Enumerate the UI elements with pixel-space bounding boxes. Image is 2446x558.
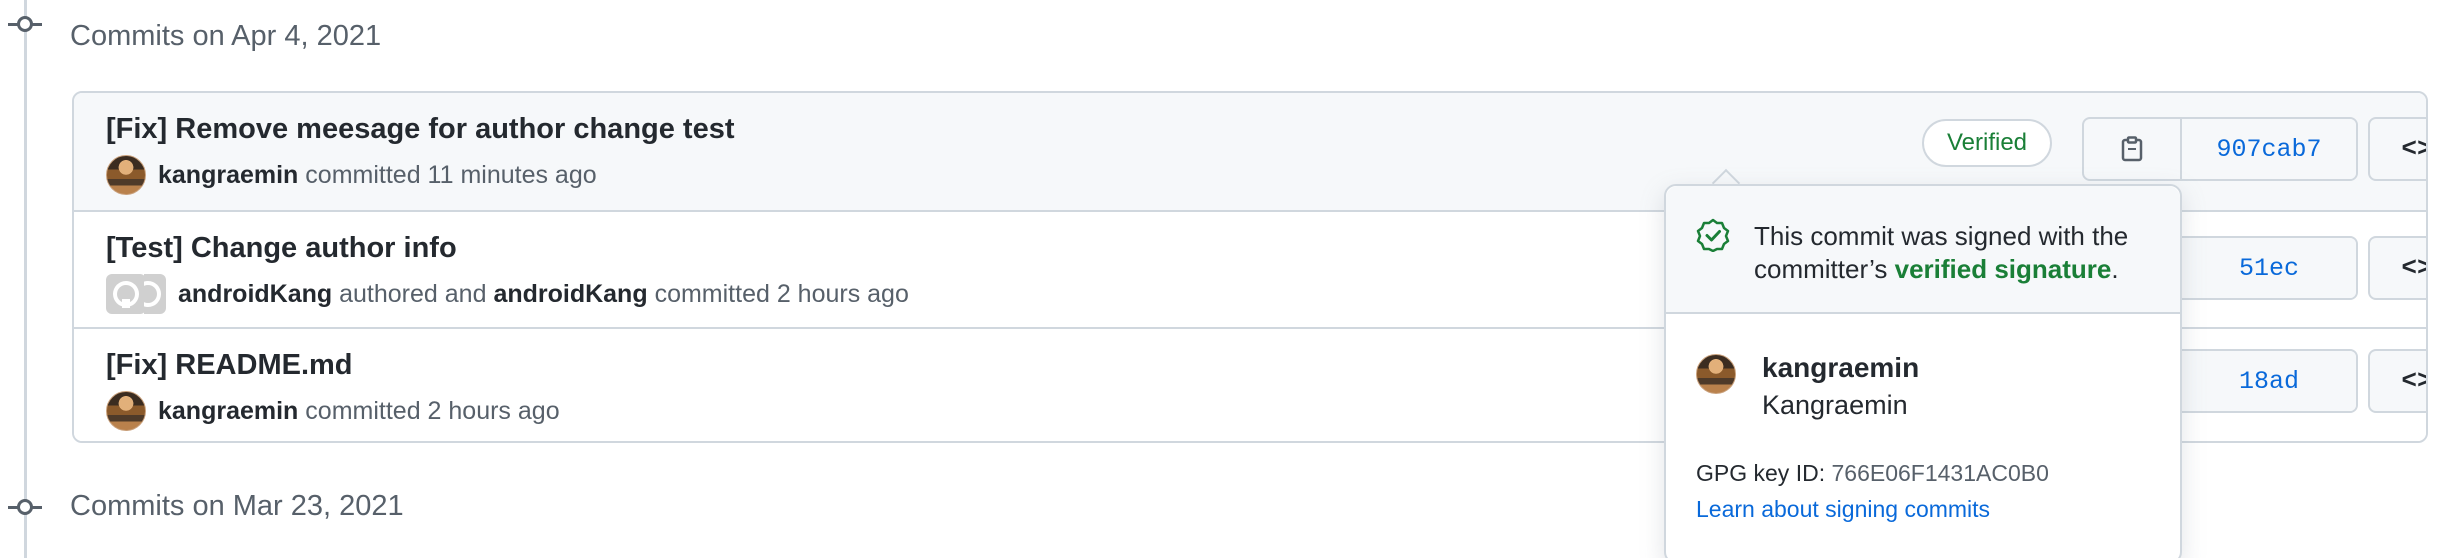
verified-badge[interactable]: Verified	[1922, 119, 2052, 167]
git-commit-icon	[8, 496, 42, 518]
commit-message-link[interactable]: [Fix] Remove meesage for author change t…	[106, 113, 735, 146]
committer-link[interactable]: kangraemin	[158, 161, 298, 190]
commit-group-heading: Commits on Apr 4, 2021	[70, 20, 382, 52]
signer-full-name: Kangraemin	[1762, 390, 1908, 420]
git-commit-icon	[8, 13, 42, 35]
browse-repo-button[interactable]: <>	[2368, 117, 2426, 181]
github-icon	[113, 281, 139, 308]
browse-repo-button[interactable]: <>	[2368, 236, 2426, 300]
signature-message: This commit was signed with the committe…	[1754, 220, 2164, 286]
commit-time: committed 2 hours ago	[654, 279, 909, 308]
commit-meta: kangraemin committed 2 hours ago	[106, 391, 560, 431]
verified-check-icon	[1696, 218, 1730, 252]
commit-message-link[interactable]: [Test] Change author info	[106, 232, 457, 265]
code-icon: <>	[2401, 253, 2426, 283]
commit-message-link[interactable]: [Fix] README.md	[106, 349, 353, 382]
commit-sha-link[interactable]: 51ec	[2182, 238, 2356, 298]
commit-sha-link[interactable]: 18ad	[2182, 351, 2356, 411]
signature-message-period: .	[2111, 254, 2119, 284]
avatar[interactable]	[1696, 354, 1736, 394]
commit-time: committed 11 minutes ago	[305, 160, 597, 189]
clipboard-icon	[2121, 136, 2143, 162]
avatar[interactable]	[106, 391, 146, 431]
commit-sha-link[interactable]: 907cab7	[2182, 119, 2356, 179]
popover-header: This commit was signed with the committe…	[1666, 186, 2180, 314]
browse-repo-button[interactable]: <>	[2368, 349, 2426, 413]
avatar[interactable]	[106, 274, 166, 314]
committer-link[interactable]: kangraemin	[158, 397, 298, 426]
commit-group-heading: Commits on Mar 23, 2021	[70, 490, 404, 522]
timeline-line	[24, 0, 27, 558]
learn-signing-link[interactable]: Learn about signing commits	[1696, 496, 1990, 523]
author-link[interactable]: androidKang	[178, 280, 332, 309]
authored-text: authored and	[339, 279, 487, 308]
code-icon: <>	[2401, 134, 2426, 164]
gpg-key-info: GPG key ID: 766E06F1431AC0B0	[1696, 460, 2049, 487]
commit-time: committed 2 hours ago	[305, 396, 560, 425]
sha-button-group: 907cab7	[2082, 117, 2358, 181]
committer-link[interactable]: androidKang	[493, 280, 647, 309]
commit-meta: kangraemin committed 11 minutes ago	[106, 155, 597, 195]
verified-signature-link[interactable]: verified signature	[1895, 254, 2112, 284]
commit-meta: androidKang authored and androidKang com…	[106, 274, 909, 314]
copy-sha-button[interactable]	[2084, 119, 2182, 179]
gpg-key-id: 766E06F1431AC0B0	[1831, 460, 2049, 486]
gpg-key-label: GPG key ID:	[1696, 460, 1832, 486]
code-icon: <>	[2401, 366, 2426, 396]
avatar[interactable]	[106, 155, 146, 195]
signer-username[interactable]: kangraemin	[1762, 352, 1919, 384]
signature-popover: This commit was signed with the committe…	[1664, 184, 2182, 558]
